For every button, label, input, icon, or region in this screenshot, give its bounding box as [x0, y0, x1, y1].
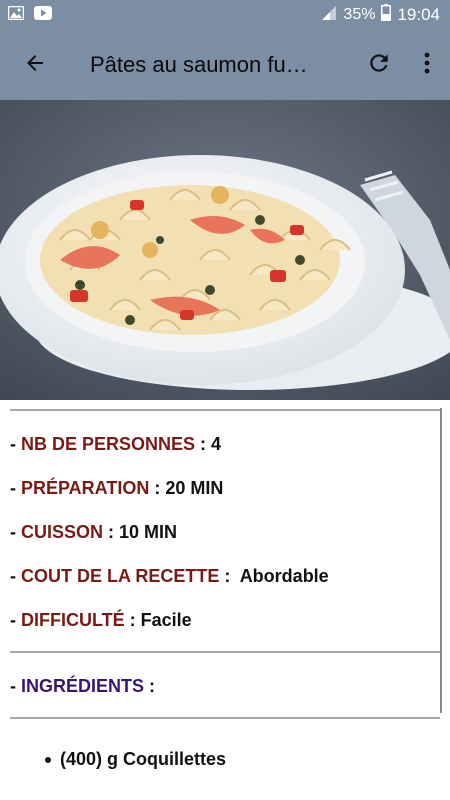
servings-row: - NB DE PERSONNES : 4	[10, 434, 222, 454]
app-bar: Pâtes au saumon fu…	[0, 30, 450, 100]
battery-icon	[381, 4, 392, 26]
cost-row: - COUT DE LA RECETTE : Abordable	[10, 566, 329, 586]
clock: 19:04	[397, 5, 440, 24]
servings-value: 4	[211, 434, 222, 454]
divider-middle	[10, 651, 440, 653]
status-left	[7, 5, 52, 25]
back-arrow-icon	[23, 51, 47, 80]
refresh-icon	[366, 50, 392, 81]
more-vert-icon	[424, 52, 430, 79]
cook-row: - CUISSON : 10 MIN	[10, 522, 178, 542]
back-button[interactable]	[0, 30, 70, 100]
cost-label: COUT DE LA RECETTE	[21, 566, 220, 586]
ingredients-label: INGRÉDIENTS	[21, 676, 145, 696]
status-right: 35% 19:04	[321, 4, 440, 26]
recipe-photo	[0, 100, 450, 400]
ingredients-list: (400) g Coquillettes	[45, 749, 226, 770]
image-notification-icon	[7, 5, 25, 25]
cook-label: CUISSON	[21, 522, 104, 542]
signal-icon	[321, 5, 337, 26]
cook-value: 10 MIN	[119, 522, 178, 542]
ingredients-header: - INGRÉDIENTS :	[10, 676, 156, 696]
battery-percent: 35%	[343, 6, 376, 23]
prep-value: 20 MIN	[165, 478, 224, 498]
divider-top	[10, 409, 440, 411]
difficulty-row: - DIFFICULTÉ : Facile	[10, 610, 192, 630]
servings-label: NB DE PERSONNES	[21, 434, 196, 454]
recipe-details: - NB DE PERSONNES : 4 - PRÉPARATION : 20…	[0, 400, 450, 800]
prep-label: PRÉPARATION	[21, 478, 150, 498]
youtube-notification-icon	[34, 5, 52, 25]
difficulty-value: Facile	[140, 610, 192, 630]
refresh-button[interactable]	[354, 30, 404, 100]
status-bar: 35% 19:04	[0, 0, 450, 30]
difficulty-label: DIFFICULTÉ	[21, 610, 125, 630]
cost-value: Abordable	[239, 566, 329, 586]
prep-row: - PRÉPARATION : 20 MIN	[10, 478, 224, 498]
more-options-button[interactable]	[404, 30, 450, 100]
list-item: (400) g Coquillettes	[45, 749, 226, 770]
divider-bottom	[10, 717, 440, 719]
content-right-edge	[440, 408, 442, 713]
page-title: Pâtes au saumon fu…	[90, 52, 308, 77]
